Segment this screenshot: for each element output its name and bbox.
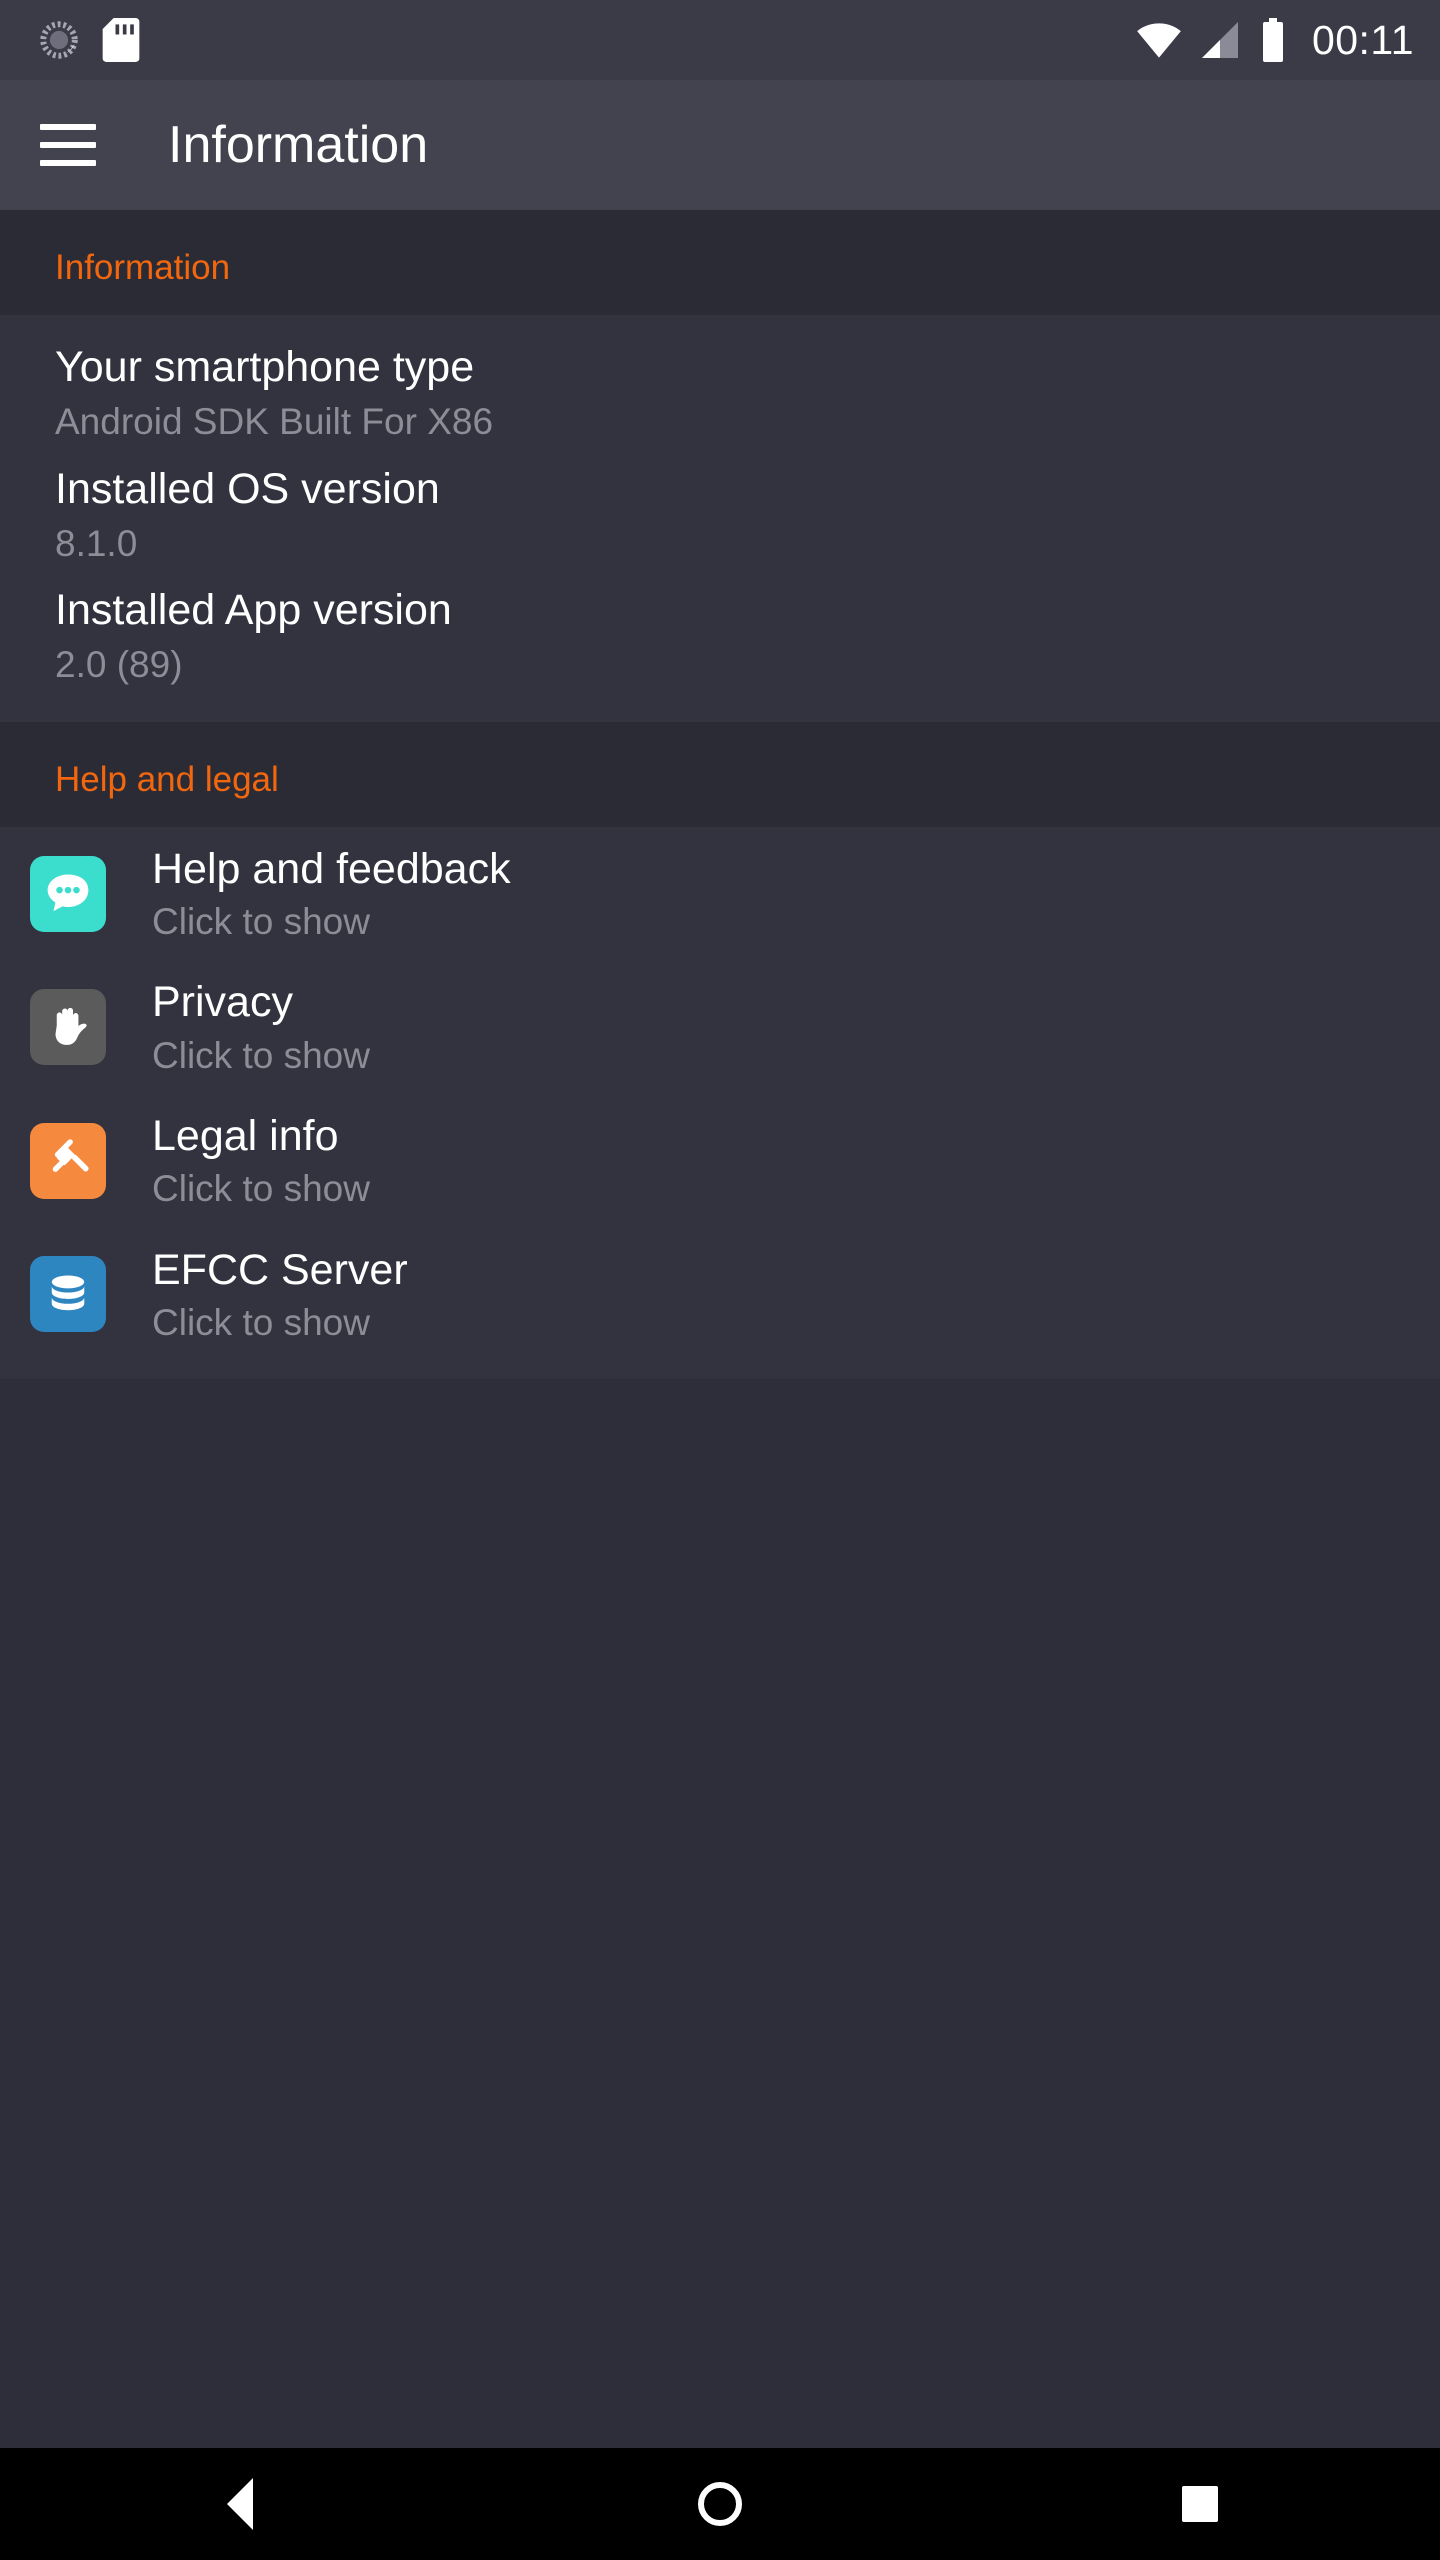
database-icon [30, 1256, 106, 1333]
info-item-title: Installed OS version [55, 464, 440, 513]
recents-square-icon [1182, 2486, 1218, 2522]
list-item[interactable]: Installed OS version 8.1.0 [0, 443, 1440, 565]
gavel-icon [30, 1122, 106, 1199]
help-and-legal-list: Help and feedback Click to show Privacy … [0, 826, 1440, 1380]
section-header-information: Information [0, 210, 1440, 315]
list-item-text: Help and feedback Click to show [152, 845, 511, 943]
phone-screen: 00:11 Information Information Your smart… [0, 0, 1440, 2560]
hand-stop-icon [30, 989, 106, 1066]
status-bar-clock: 00:11 [1311, 16, 1414, 63]
status-bar-left-icons [38, 18, 140, 62]
list-item-subtitle: Click to show [152, 1034, 370, 1076]
battery-icon [1254, 18, 1286, 62]
back-button[interactable] [160, 2448, 320, 2560]
app-bar: Information [0, 80, 1440, 210]
info-item-title: Installed App version [55, 586, 452, 635]
sd-card-icon [102, 18, 140, 62]
info-item-value: Android SDK Built For X86 [55, 401, 494, 443]
list-item-subtitle: Click to show [152, 1301, 370, 1343]
home-circle-icon [698, 2482, 742, 2526]
back-triangle-icon [227, 2478, 253, 2530]
list-item-title: Privacy [152, 978, 293, 1027]
status-bar-right-icons: 00:11 [1136, 18, 1414, 62]
info-item-title: Your smartphone type [55, 343, 475, 391]
cellular-signal-icon [1196, 20, 1240, 60]
list-item-title: EFCC Server [152, 1245, 408, 1294]
hamburger-line [40, 142, 96, 148]
recents-button[interactable] [1120, 2448, 1280, 2560]
list-item-title: Legal info [152, 1111, 339, 1160]
chat-bubble-icon [30, 855, 106, 932]
status-bar: 00:11 [0, 0, 1440, 80]
list-item[interactable]: Your smartphone type Android SDK Built F… [0, 321, 1440, 443]
settings-content: Information Your smartphone type Android… [0, 210, 1440, 2448]
android-navigation-bar [0, 2448, 1440, 2560]
list-item-text: EFCC Server Click to show [152, 1246, 408, 1344]
list-item-subtitle: Click to show [152, 900, 370, 942]
hamburger-line [40, 160, 96, 166]
hamburger-line [40, 124, 96, 130]
home-button[interactable] [640, 2448, 800, 2560]
list-item-legal-info[interactable]: Legal info Click to show [0, 1094, 1440, 1228]
list-item-subtitle: Click to show [152, 1168, 370, 1210]
info-item-value: 2.0 (89) [55, 644, 183, 686]
list-item-efcc-server[interactable]: EFCC Server Click to show [0, 1228, 1440, 1362]
list-item-privacy[interactable]: Privacy Click to show [0, 960, 1440, 1094]
info-item-value: 8.1.0 [55, 522, 138, 564]
list-item-text: Legal info Click to show [152, 1112, 370, 1210]
page-title: Information [168, 116, 429, 174]
sync-icon [38, 19, 80, 61]
list-item-title: Help and feedback [152, 844, 511, 893]
list-item-help-and-feedback[interactable]: Help and feedback Click to show [0, 827, 1440, 961]
information-list: Your smartphone type Android SDK Built F… [0, 315, 1440, 720]
wifi-icon [1136, 20, 1182, 60]
list-item[interactable]: Installed App version 2.0 (89) [0, 564, 1440, 686]
list-item-text: Privacy Click to show [152, 978, 370, 1076]
hamburger-menu-icon[interactable] [40, 124, 96, 166]
section-header-help-and-legal: Help and legal [0, 719, 1440, 827]
